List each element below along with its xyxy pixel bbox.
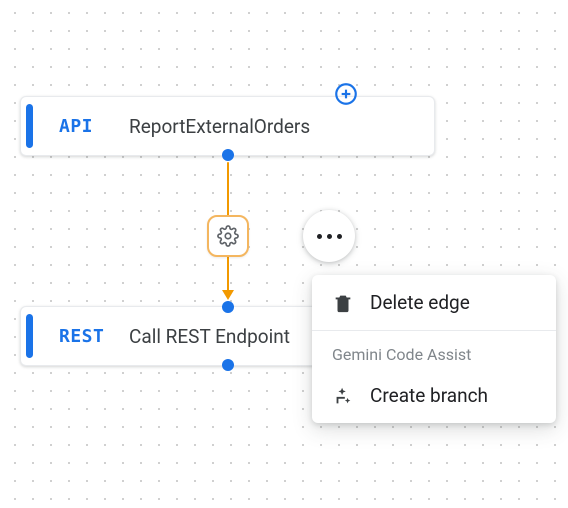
sparkle-branch-icon [332, 385, 354, 407]
menu-item-label: Delete edge [370, 291, 470, 314]
node-title: ReportExternalOrders [129, 115, 310, 138]
trash-icon [332, 292, 354, 314]
node-accent [26, 314, 33, 358]
menu-section-label: Gemini Code Assist [312, 331, 556, 368]
node-tag: REST [59, 326, 115, 347]
menu-item-create-branch[interactable]: Create branch [312, 368, 556, 423]
node-api-trigger[interactable]: API ReportExternalOrders [20, 96, 435, 156]
node-accent [26, 104, 33, 148]
edge-arrowhead [222, 290, 234, 300]
edge-context-menu: Delete edge Gemini Code Assist Create br… [312, 275, 556, 423]
node-title: Call REST Endpoint [129, 325, 290, 348]
plus-circle-icon [333, 81, 359, 107]
more-horiz-icon [317, 234, 322, 239]
edge-config-button[interactable] [207, 215, 249, 257]
flow-canvas[interactable]: API ReportExternalOrders REST Call REST … [0, 0, 568, 508]
edge-more-button[interactable] [303, 210, 355, 262]
port-in[interactable] [222, 301, 234, 313]
node-tag: API [59, 116, 115, 137]
menu-item-label: Create branch [370, 384, 488, 407]
gear-icon [217, 225, 239, 247]
port-out[interactable] [222, 359, 234, 371]
port-out[interactable] [222, 149, 234, 161]
add-node-button[interactable] [332, 80, 360, 108]
menu-item-delete-edge[interactable]: Delete edge [312, 275, 556, 330]
